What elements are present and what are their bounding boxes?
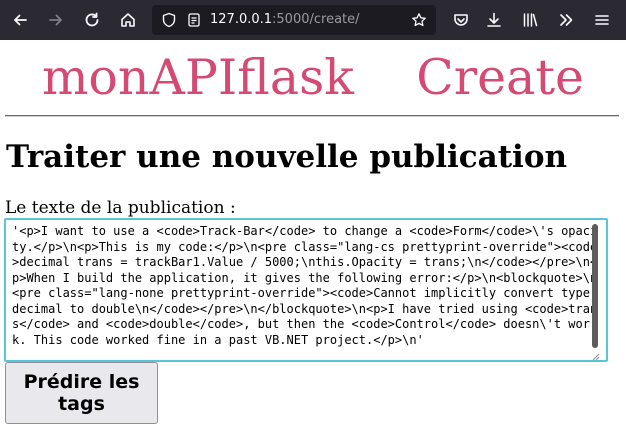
page-name: Create [416, 49, 585, 106]
download-icon[interactable] [482, 8, 506, 32]
back-icon[interactable] [8, 8, 32, 32]
header-divider [5, 115, 619, 117]
page-info-icon[interactable] [186, 12, 202, 28]
overflow-chevrons-icon[interactable] [554, 8, 578, 32]
publication-text-label: Le texte de la publication : [5, 198, 236, 218]
textarea-scrollbar[interactable] [592, 224, 598, 348]
publication-textarea[interactable]: '<p>I want to use a <code>Track-Bar</cod… [4, 218, 608, 362]
url-path: :5000/create/ [272, 12, 360, 27]
bookmark-star-icon[interactable] [411, 12, 427, 28]
url-host: 127.0.0.1 [210, 12, 273, 27]
url-bar[interactable]: 127.0.0.1:5000/create/ [152, 5, 436, 35]
page-heading: Traiter une nouvelle publication [6, 139, 568, 175]
resize-grip-icon[interactable] [590, 346, 600, 361]
site-name: monAPIflask [41, 49, 354, 106]
shield-icon[interactable] [161, 12, 177, 28]
forward-icon[interactable] [44, 8, 68, 32]
hamburger-menu-icon[interactable] [590, 8, 614, 32]
site-title: monAPIflask Create [0, 48, 626, 108]
browser-toolbar: 127.0.0.1:5000/create/ [0, 0, 626, 40]
reload-icon[interactable] [80, 8, 104, 32]
home-icon[interactable] [116, 8, 140, 32]
library-icon[interactable] [518, 8, 542, 32]
url-text[interactable]: 127.0.0.1:5000/create/ [210, 12, 360, 27]
predict-tags-button[interactable]: Prédire les tags [5, 362, 158, 424]
pocket-icon[interactable] [449, 8, 473, 32]
